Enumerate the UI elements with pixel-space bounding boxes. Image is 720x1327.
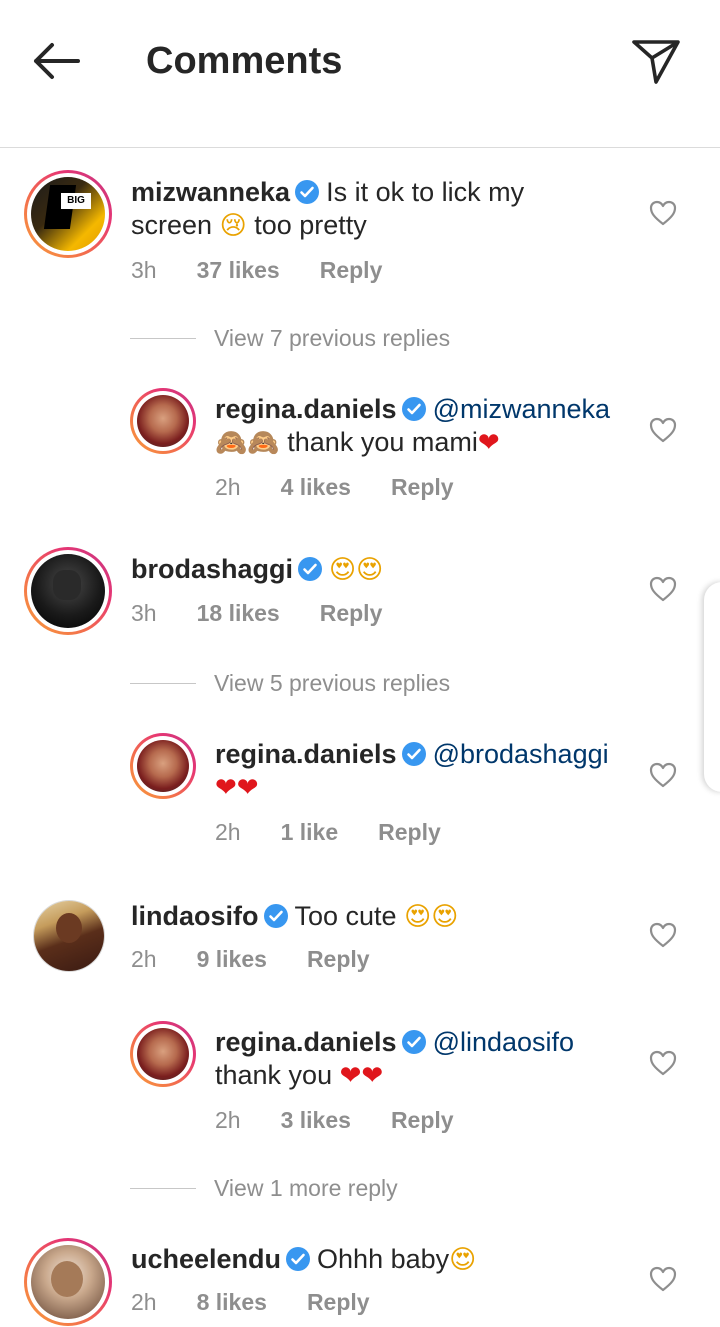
heart-eyes-icon: 😍😍 [404,902,459,932]
comment-username[interactable]: lindaosifo [131,901,259,931]
heart-outline-icon[interactable] [648,1048,678,1078]
reply-button[interactable]: Reply [391,1107,454,1134]
likes-count[interactable]: 1 like [281,819,339,846]
mention-link[interactable]: @mizwanneka [433,394,610,424]
divider [130,337,196,339]
reply-button[interactable]: Reply [320,257,383,284]
avatar[interactable] [130,388,196,454]
comment-time: 3h [131,257,157,283]
verified-badge-icon [401,742,426,766]
reply-button[interactable]: Reply [307,1289,370,1316]
avatar[interactable] [130,733,196,799]
comment-text: Ohhh baby [317,1244,450,1274]
view-replies-label: View 5 previous replies [214,669,451,696]
comment-text: thank you mami [287,427,478,457]
comment-username[interactable]: regina.daniels [215,1027,397,1057]
red-heart-icon: ❤❤ [339,1061,384,1091]
reply-button[interactable]: Reply [378,819,441,846]
comment-username[interactable]: ucheelendu [131,1244,281,1274]
verified-badge-icon [298,557,323,581]
verified-badge-icon [286,1247,311,1271]
heart-outline-icon[interactable] [648,198,678,228]
side-panel-edge [704,582,720,792]
likes-count[interactable]: 8 likes [197,1289,267,1316]
view-replies-label: View 1 more reply [214,1174,398,1201]
comment-text: screen [131,210,213,240]
reply-button[interactable]: Reply [320,600,383,627]
view-replies-label: View 7 previous replies [214,324,451,351]
comment-username[interactable]: mizwanneka [131,177,290,207]
heart-outline-icon[interactable] [648,574,678,604]
reply-button[interactable]: Reply [307,946,370,973]
top-bar: Comments [0,0,720,148]
verified-badge-icon [401,1030,426,1054]
likes-count[interactable]: 4 likes [281,474,351,501]
heart-eyes-icon: 😍 [449,1245,477,1275]
comment-time: 3h [131,600,157,626]
comment-time: 2h [215,474,241,500]
red-heart-icon: ❤ [477,428,500,458]
comment-time: 2h [131,946,157,972]
likes-count[interactable]: 9 likes [197,946,267,973]
page-title: Comments [146,40,343,82]
likes-count[interactable]: 3 likes [281,1107,351,1134]
divider [130,1187,196,1189]
heart-outline-icon[interactable] [648,920,678,950]
mention-link[interactable]: @brodashaggi [433,739,609,769]
likes-count[interactable]: 37 likes [197,257,280,284]
view-replies-button[interactable]: View 7 previous replies [130,323,450,353]
crying-face-icon: 😢 [219,211,247,241]
red-heart-icon: ❤❤ [215,773,259,803]
avatar[interactable] [24,547,112,635]
comment-text: thank you [215,1060,333,1090]
comment-time: 2h [215,1107,241,1133]
heart-outline-icon[interactable] [648,1264,678,1294]
comment-username[interactable]: brodashaggi [131,554,293,584]
likes-count[interactable]: 18 likes [197,600,280,627]
comment-time: 2h [131,1289,157,1315]
comment-username[interactable]: regina.daniels [215,739,397,769]
avatar[interactable] [130,1021,196,1087]
verified-badge-icon [401,397,426,421]
avatar[interactable]: BIG [24,170,112,258]
heart-outline-icon[interactable] [648,760,678,790]
back-arrow-icon[interactable] [30,38,82,84]
divider [130,682,196,684]
heart-eyes-icon: 😍😍 [329,555,384,585]
heart-outline-icon[interactable] [648,415,678,445]
view-replies-button[interactable]: View 5 previous replies [130,668,450,698]
avatar[interactable] [33,900,105,972]
verified-badge-icon [263,904,288,928]
comment-time: 2h [215,819,241,845]
comment-text: too pretty [254,210,367,240]
comment-username[interactable]: regina.daniels [215,394,397,424]
avatar[interactable] [24,1238,112,1326]
send-icon[interactable] [628,36,684,86]
comment-text: Too cute [294,901,397,931]
verified-badge-icon [295,180,320,204]
reply-button[interactable]: Reply [391,474,454,501]
comment-text: Is it ok to lick my [326,177,525,207]
see-no-evil-monkey-icon: 🙈🙈 [215,428,280,458]
view-replies-button[interactable]: View 1 more reply [130,1173,398,1203]
mention-link[interactable]: @lindaosifo [433,1027,575,1057]
